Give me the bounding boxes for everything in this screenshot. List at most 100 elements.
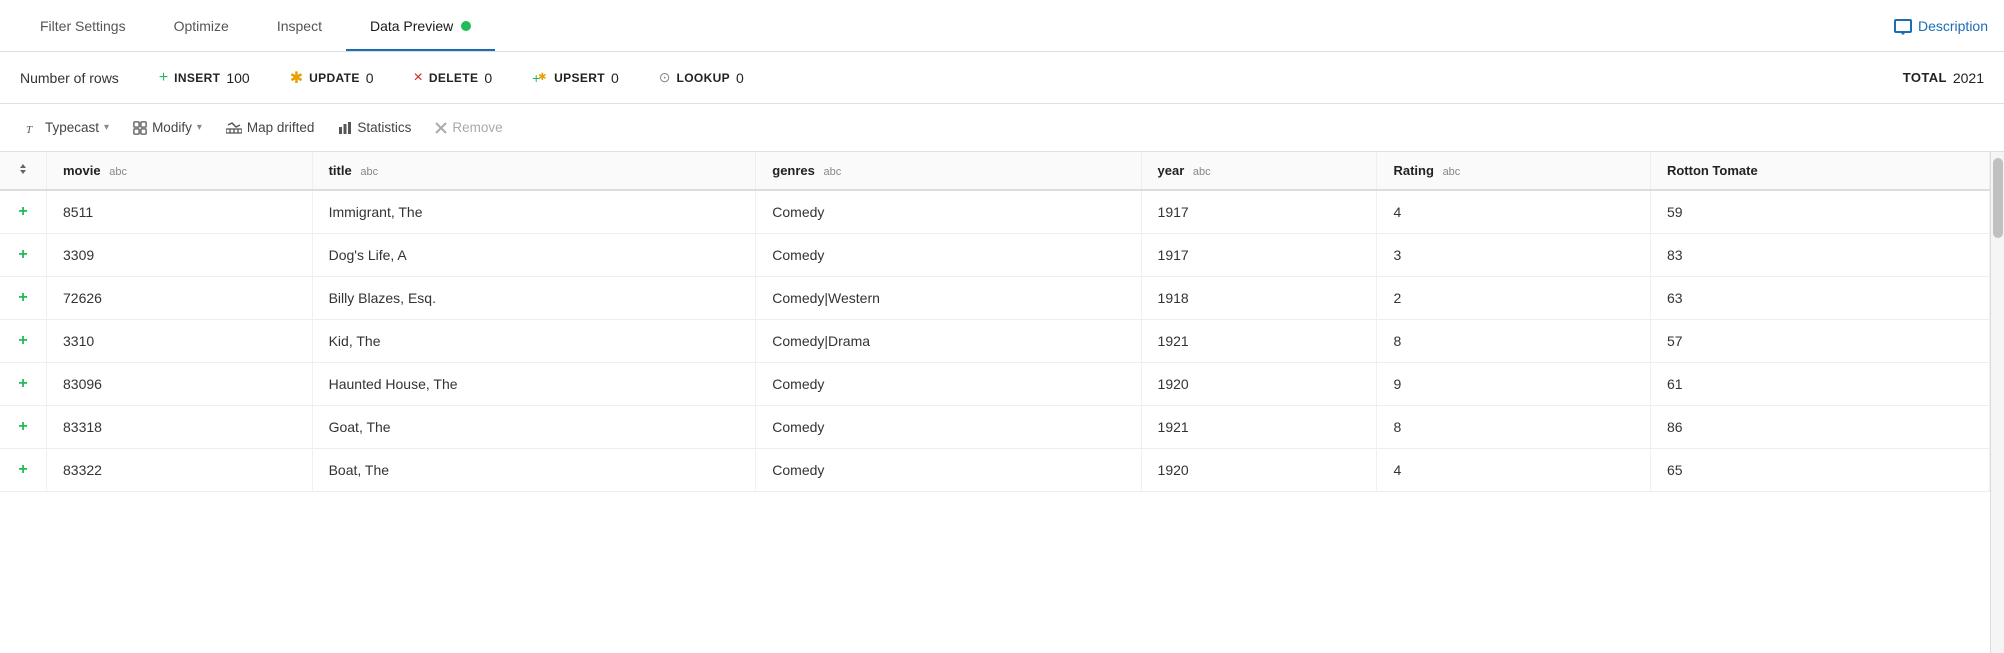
svg-text:T: T <box>26 124 33 135</box>
top-nav: Filter Settings Optimize Inspect Data Pr… <box>0 0 2004 52</box>
stat-lookup: ⊙ LOOKUP 0 <box>659 69 744 86</box>
cell-movie: 72626 <box>47 277 313 320</box>
cell-movie: 83322 <box>47 449 313 492</box>
tab-optimize[interactable]: Optimize <box>150 0 253 51</box>
total-label: TOTAL <box>1903 70 1947 85</box>
cell-rotton: 86 <box>1650 406 1989 449</box>
stat-total: TOTAL 2021 <box>1903 70 1984 86</box>
cell-rating: 8 <box>1377 406 1650 449</box>
insert-value: 100 <box>226 70 249 86</box>
row-insert-indicator: + <box>0 190 47 234</box>
insert-icon: + <box>159 69 168 87</box>
cell-movie: 83096 <box>47 363 313 406</box>
table-header-row: movie abc title abc genres abc <box>0 152 1990 190</box>
upsert-value: 0 <box>611 70 619 86</box>
stat-delete: × DELETE 0 <box>414 69 493 87</box>
remove-button[interactable]: Remove <box>425 115 512 140</box>
statistics-button[interactable]: Statistics <box>328 115 421 140</box>
modify-icon <box>133 121 147 135</box>
cell-rating: 2 <box>1377 277 1650 320</box>
update-value: 0 <box>366 70 374 86</box>
cell-year: 1921 <box>1141 320 1377 363</box>
scrollbar-track[interactable] <box>1990 152 2004 653</box>
row-insert-indicator: + <box>0 320 47 363</box>
typecast-button[interactable]: T Typecast ▾ <box>16 115 119 140</box>
table-scroll[interactable]: movie abc title abc genres abc <box>0 152 1990 653</box>
cell-year: 1920 <box>1141 363 1377 406</box>
cell-title: Billy Blazes, Esq. <box>312 277 756 320</box>
cell-year: 1917 <box>1141 190 1377 234</box>
remove-icon <box>435 122 447 134</box>
statistics-icon <box>338 121 352 135</box>
cell-year: 1921 <box>1141 406 1377 449</box>
table-row: +83318Goat, TheComedy1921886 <box>0 406 1990 449</box>
row-insert-indicator: + <box>0 363 47 406</box>
scrollbar-thumb[interactable] <box>1993 158 2003 238</box>
cell-genres: Comedy <box>756 190 1141 234</box>
cell-rating: 4 <box>1377 190 1650 234</box>
col-movie[interactable]: movie abc <box>47 152 313 190</box>
table-row: +3310Kid, TheComedy|Drama1921857 <box>0 320 1990 363</box>
table-wrapper: movie abc title abc genres abc <box>0 152 2004 653</box>
tab-filter-settings[interactable]: Filter Settings <box>16 0 150 51</box>
cell-movie: 8511 <box>47 190 313 234</box>
sort-both-icon <box>16 162 30 176</box>
stat-update: ✱ UPDATE 0 <box>290 68 374 88</box>
table-row: +8511Immigrant, TheComedy1917459 <box>0 190 1990 234</box>
cell-rotton: 63 <box>1650 277 1989 320</box>
col-rotton-tomatoes[interactable]: Rotton Tomate <box>1650 152 1989 190</box>
row-insert-indicator: + <box>0 277 47 320</box>
main-content: Filter Settings Optimize Inspect Data Pr… <box>0 0 2004 653</box>
cell-rotton: 59 <box>1650 190 1989 234</box>
modify-chevron: ▾ <box>197 122 202 133</box>
delete-icon: × <box>414 69 423 87</box>
col-indicator <box>0 152 47 190</box>
col-rating[interactable]: Rating abc <box>1377 152 1650 190</box>
cell-title: Immigrant, The <box>312 190 756 234</box>
cell-rating: 9 <box>1377 363 1650 406</box>
cell-genres: Comedy <box>756 363 1141 406</box>
cell-rotton: 61 <box>1650 363 1989 406</box>
tab-data-preview[interactable]: Data Preview <box>346 0 495 51</box>
description-icon <box>1894 19 1912 33</box>
lookup-label: LOOKUP <box>677 71 731 85</box>
cell-movie: 83318 <box>47 406 313 449</box>
delete-label: DELETE <box>429 71 479 85</box>
lookup-icon: ⊙ <box>659 69 671 86</box>
row-insert-indicator: + <box>0 449 47 492</box>
summary-bar: Number of rows + INSERT 100 ✱ UPDATE 0 ×… <box>0 52 2004 104</box>
cell-title: Dog's Life, A <box>312 234 756 277</box>
cell-rotton: 57 <box>1650 320 1989 363</box>
row-insert-indicator: + <box>0 234 47 277</box>
description-button[interactable]: Description <box>1894 18 1988 34</box>
cell-rating: 4 <box>1377 449 1650 492</box>
table-row: +3309Dog's Life, AComedy1917383 <box>0 234 1990 277</box>
cell-rating: 3 <box>1377 234 1650 277</box>
cell-title: Kid, The <box>312 320 756 363</box>
typecast-icon: T <box>26 121 40 135</box>
number-of-rows-label: Number of rows <box>20 70 119 86</box>
lookup-value: 0 <box>736 70 744 86</box>
data-table: movie abc title abc genres abc <box>0 152 1990 492</box>
cell-genres: Comedy <box>756 449 1141 492</box>
map-drifted-icon <box>226 121 242 135</box>
active-dot <box>461 21 471 31</box>
total-value: 2021 <box>1953 70 1984 86</box>
col-title[interactable]: title abc <box>312 152 756 190</box>
col-genres[interactable]: genres abc <box>756 152 1141 190</box>
modify-button[interactable]: Modify ▾ <box>123 115 212 140</box>
upsert-icon: + ✱ <box>532 70 548 86</box>
cell-year: 1918 <box>1141 277 1377 320</box>
cell-movie: 3310 <box>47 320 313 363</box>
table-row: +83322Boat, TheComedy1920465 <box>0 449 1990 492</box>
col-year[interactable]: year abc <box>1141 152 1377 190</box>
cell-genres: Comedy|Drama <box>756 320 1141 363</box>
cell-genres: Comedy|Western <box>756 277 1141 320</box>
typecast-chevron: ▾ <box>104 122 109 133</box>
tab-inspect[interactable]: Inspect <box>253 0 346 51</box>
cell-rotton: 83 <box>1650 234 1989 277</box>
cell-title: Haunted House, The <box>312 363 756 406</box>
cell-genres: Comedy <box>756 406 1141 449</box>
stat-insert: + INSERT 100 <box>159 69 250 87</box>
map-drifted-button[interactable]: Map drifted <box>216 115 325 140</box>
